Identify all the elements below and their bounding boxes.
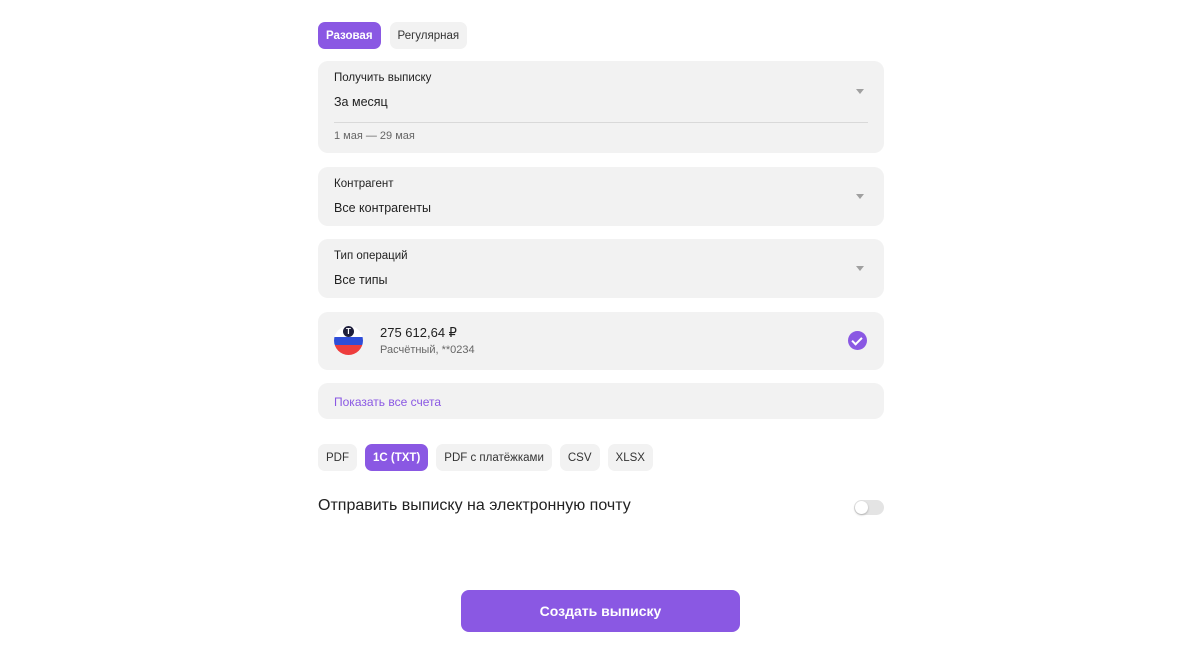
period-select[interactable]: Получить выписку За месяц 1 мая — 29 мая	[318, 61, 884, 153]
account-balance: 275 612,64 ₽	[380, 325, 457, 340]
chevron-down-icon	[856, 89, 864, 94]
divider	[334, 122, 868, 123]
account-description: Расчётный, **0234	[380, 344, 475, 356]
chevron-down-icon	[856, 194, 864, 199]
toggle-knob	[855, 501, 868, 514]
operation-type-select[interactable]: Тип операций Все типы	[318, 239, 884, 298]
email-toggle[interactable]	[854, 500, 884, 515]
format-pdf[interactable]: PDF	[318, 444, 357, 471]
counterparty-select[interactable]: Контрагент Все контрагенты	[318, 167, 884, 226]
period-value: За месяц	[334, 95, 388, 109]
chevron-down-icon	[856, 266, 864, 271]
account-card[interactable]: T 275 612,64 ₽ Расчётный, **0234	[318, 312, 884, 370]
email-row: Отправить выписку на электронную почту	[318, 496, 884, 518]
tab-regular[interactable]: Регулярная	[389, 22, 468, 49]
bank-logo-letter: T	[343, 326, 354, 337]
operation-type-value: Все типы	[334, 273, 388, 287]
checkmark-icon[interactable]	[848, 331, 867, 350]
format-1c-txt[interactable]: 1С (TXT)	[365, 444, 429, 471]
tab-one-time[interactable]: Разовая	[318, 22, 381, 49]
operation-type-label: Тип операций	[334, 250, 408, 262]
format-selector: PDF 1С (TXT) PDF с платёжками CSV XLSX	[318, 444, 653, 471]
period-range: 1 мая — 29 мая	[334, 130, 415, 142]
format-pdf-with-payments[interactable]: PDF с платёжками	[436, 444, 552, 471]
counterparty-value: Все контрагенты	[334, 201, 431, 215]
email-label: Отправить выписку на электронную почту	[318, 497, 631, 514]
create-statement-button[interactable]: Создать выписку	[461, 590, 740, 632]
period-label: Получить выписку	[334, 72, 432, 84]
bank-logo-icon: T	[334, 326, 363, 355]
statement-type-tabs: Разовая Регулярная	[318, 22, 468, 49]
show-all-accounts-row: Показать все счета	[318, 383, 884, 419]
show-all-accounts-link[interactable]: Показать все счета	[334, 395, 441, 409]
counterparty-label: Контрагент	[334, 178, 394, 190]
format-csv[interactable]: CSV	[559, 444, 600, 471]
format-xlsx[interactable]: XLSX	[607, 444, 653, 471]
